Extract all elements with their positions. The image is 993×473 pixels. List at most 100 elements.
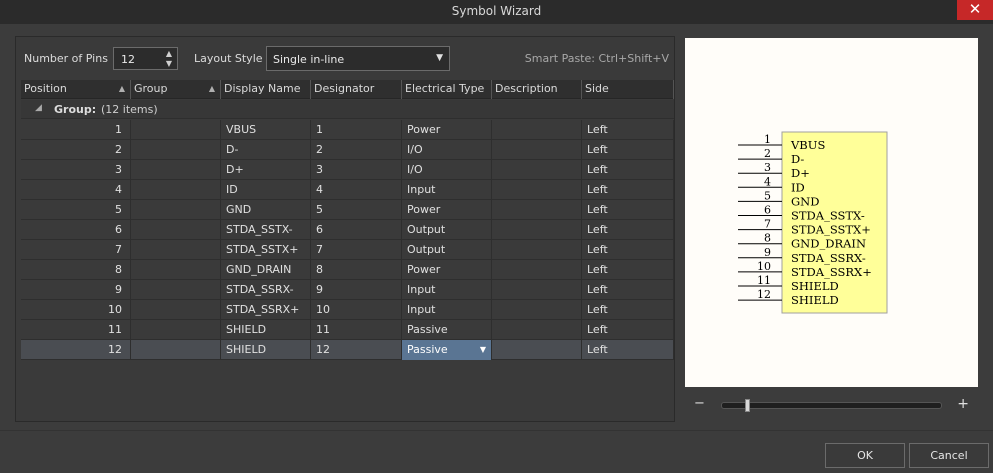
cell-name[interactable]: GND_DRAIN [221,260,311,280]
cell-type[interactable]: Output [402,220,492,240]
cell-side[interactable]: Left [582,260,674,280]
cell-side[interactable]: Left [582,180,674,200]
cell-group[interactable] [131,240,221,260]
cell-designator[interactable]: 3 [311,160,402,180]
cell-side[interactable]: Left [582,120,674,140]
cell-group[interactable] [131,340,221,360]
ok-button[interactable]: OK [825,443,905,468]
group-row[interactable]: ◢ Group: (12 items) [21,100,674,119]
cell-side[interactable]: Left [582,200,674,220]
cell-type[interactable]: Power [402,260,492,280]
cell-name[interactable]: STDA_SSTX- [221,220,311,240]
cell-name[interactable]: STDA_SSRX+ [221,300,311,320]
collapse-triangle-icon[interactable]: ◢ [35,103,42,113]
cell-type[interactable]: Input [402,300,492,320]
cell-position[interactable]: 1 [21,120,131,140]
cell-group[interactable] [131,120,221,140]
cell-designator[interactable]: 1 [311,120,402,140]
cell-type[interactable]: Power [402,200,492,220]
table-row[interactable]: 2 D- 2 I/O Left [21,140,674,160]
cell-description[interactable] [492,320,582,340]
table-row[interactable]: 7 STDA_SSTX+ 7 Output Left [21,240,674,260]
cell-type[interactable]: Output [402,240,492,260]
cell-description[interactable] [492,240,582,260]
cell-description[interactable] [492,340,582,360]
cell-name[interactable]: VBUS [221,120,311,140]
cell-designator[interactable]: 12 [311,340,402,360]
layout-style-select[interactable]: Single in-line ▼ [266,46,450,71]
cell-position[interactable]: 12 [21,340,131,360]
cell-position[interactable]: 10 [21,300,131,320]
cell-designator[interactable]: 4 [311,180,402,200]
cell-description[interactable] [492,200,582,220]
number-of-pins-stepper[interactable]: 12 ▲ ▼ [113,47,178,70]
header-group[interactable]: Group ▲ [131,80,221,99]
cell-designator[interactable]: 7 [311,240,402,260]
cell-designator[interactable]: 9 [311,280,402,300]
table-row[interactable]: 10 STDA_SSRX+ 10 Input Left [21,300,674,320]
cell-type[interactable]: Passive ▼ [402,340,492,360]
zoom-in-button[interactable]: + [957,396,969,412]
zoom-slider-thumb[interactable] [745,399,750,412]
table-row[interactable]: 6 STDA_SSTX- 6 Output Left [21,220,674,240]
cell-description[interactable] [492,280,582,300]
cell-type[interactable]: I/O [402,160,492,180]
header-description[interactable]: Description [492,80,582,99]
cell-description[interactable] [492,220,582,240]
cell-group[interactable] [131,140,221,160]
cell-designator[interactable]: 2 [311,140,402,160]
cell-group[interactable] [131,180,221,200]
table-row[interactable]: 12 SHIELD 12 Passive ▼ Left [21,340,674,360]
cell-type[interactable]: Input [402,180,492,200]
cell-position[interactable]: 5 [21,200,131,220]
cell-description[interactable] [492,180,582,200]
cell-position[interactable]: 9 [21,280,131,300]
header-position[interactable]: Position ▲ [21,80,131,99]
table-row[interactable]: 4 ID 4 Input Left [21,180,674,200]
cell-name[interactable]: STDA_SSRX- [221,280,311,300]
cell-designator[interactable]: 8 [311,260,402,280]
cell-position[interactable]: 3 [21,160,131,180]
cell-position[interactable]: 6 [21,220,131,240]
header-side[interactable]: Side [582,80,674,99]
cell-side[interactable]: Left [582,240,674,260]
table-row[interactable]: 11 SHIELD 11 Passive Left [21,320,674,340]
cell-type[interactable]: Passive [402,320,492,340]
cell-name[interactable]: SHIELD [221,320,311,340]
cell-description[interactable] [492,120,582,140]
cell-group[interactable] [131,220,221,240]
cell-position[interactable]: 11 [21,320,131,340]
spin-down-icon[interactable]: ▼ [164,59,174,68]
cell-group[interactable] [131,280,221,300]
table-row[interactable]: 1 VBUS 1 Power Left [21,120,674,140]
cell-description[interactable] [492,260,582,280]
cell-name[interactable]: SHIELD [221,340,311,360]
cell-name[interactable]: D- [221,140,311,160]
cell-position[interactable]: 2 [21,140,131,160]
cell-type[interactable]: Input [402,280,492,300]
header-electrical-type[interactable]: Electrical Type [402,80,492,99]
cell-side[interactable]: Left [582,300,674,320]
zoom-out-button[interactable]: − [694,396,705,411]
cell-type[interactable]: I/O [402,140,492,160]
cell-description[interactable] [492,300,582,320]
cell-group[interactable] [131,300,221,320]
zoom-slider-track[interactable] [721,402,942,409]
cell-side[interactable]: Left [582,140,674,160]
cell-name[interactable]: STDA_SSTX+ [221,240,311,260]
close-button[interactable]: ✕ [957,0,993,20]
table-row[interactable]: 9 STDA_SSRX- 9 Input Left [21,280,674,300]
header-designator[interactable]: Designator [311,80,402,99]
cell-side[interactable]: Left [582,160,674,180]
cell-designator[interactable]: 5 [311,200,402,220]
cell-side[interactable]: Left [582,340,674,360]
cell-group[interactable] [131,260,221,280]
dropdown-arrow-icon[interactable]: ▼ [480,340,486,359]
cell-designator[interactable]: 11 [311,320,402,340]
cell-side[interactable]: Left [582,320,674,340]
cell-description[interactable] [492,140,582,160]
spin-up-icon[interactable]: ▲ [164,49,174,58]
cell-position[interactable]: 4 [21,180,131,200]
cell-side[interactable]: Left [582,280,674,300]
header-display-name[interactable]: Display Name [221,80,311,99]
